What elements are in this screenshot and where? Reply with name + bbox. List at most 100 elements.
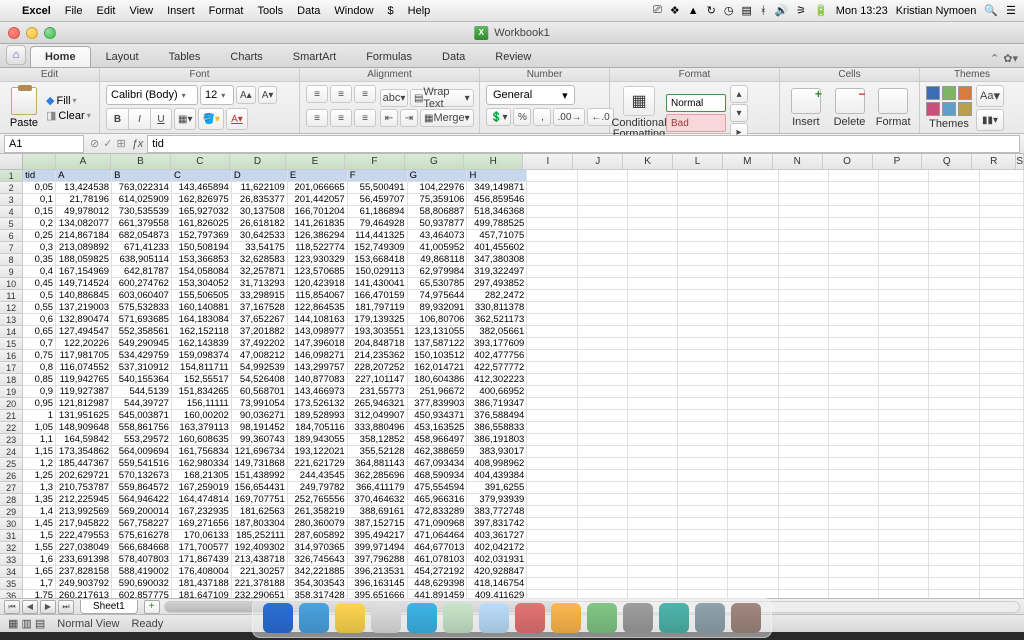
- cell[interactable]: [779, 278, 829, 290]
- cell[interactable]: [578, 554, 628, 566]
- formulas-popup-icon[interactable]: ⊞: [116, 137, 125, 150]
- cell[interactable]: [578, 458, 628, 470]
- fill-icon[interactable]: ◆: [46, 94, 54, 107]
- cell[interactable]: [678, 350, 728, 362]
- cell[interactable]: [678, 398, 728, 410]
- cell[interactable]: [678, 374, 728, 386]
- select-all-corner[interactable]: [0, 154, 23, 170]
- cell[interactable]: 162,980334: [172, 458, 232, 470]
- dock-app-icon[interactable]: [299, 603, 329, 633]
- cell[interactable]: 49,868118: [408, 254, 468, 266]
- cell[interactable]: [527, 470, 577, 482]
- col-header-M[interactable]: M: [723, 154, 773, 170]
- cell[interactable]: [879, 506, 929, 518]
- cell[interactable]: [980, 518, 1024, 530]
- cell[interactable]: [678, 290, 728, 302]
- cell[interactable]: [980, 578, 1024, 590]
- cell[interactable]: 217,945822: [56, 518, 112, 530]
- cell[interactable]: [929, 494, 979, 506]
- cell[interactable]: 0,3: [23, 242, 56, 254]
- cell[interactable]: [829, 386, 879, 398]
- cell[interactable]: 210,753787: [56, 482, 112, 494]
- cell[interactable]: [980, 242, 1024, 254]
- cell[interactable]: 49,978012: [56, 206, 112, 218]
- cell[interactable]: 151,834265: [172, 386, 232, 398]
- tab-home[interactable]: Home: [30, 46, 91, 67]
- cell[interactable]: [829, 314, 879, 326]
- border-button[interactable]: ▦▾: [174, 108, 196, 130]
- cell[interactable]: [779, 542, 829, 554]
- cell[interactable]: [578, 398, 628, 410]
- cell[interactable]: [929, 542, 979, 554]
- cell[interactable]: 249,79782: [288, 482, 348, 494]
- cell[interactable]: [678, 578, 728, 590]
- cell[interactable]: [779, 242, 829, 254]
- cell[interactable]: [879, 326, 929, 338]
- cell[interactable]: 354,303543: [288, 578, 348, 590]
- cell[interactable]: [929, 506, 979, 518]
- cell[interactable]: [829, 218, 879, 230]
- cell[interactable]: 362,521173: [467, 314, 527, 326]
- fill-label[interactable]: Fill: [56, 95, 70, 107]
- cell[interactable]: 1: [23, 410, 56, 422]
- col-header-O[interactable]: O: [823, 154, 873, 170]
- cell[interactable]: [527, 434, 577, 446]
- cell[interactable]: [578, 566, 628, 578]
- cell[interactable]: 179,139325: [348, 314, 408, 326]
- cell[interactable]: 154,058084: [172, 266, 232, 278]
- dock-app-icon[interactable]: [263, 603, 293, 633]
- cell[interactable]: [829, 578, 879, 590]
- cell[interactable]: 137,219003: [56, 302, 112, 314]
- cell[interactable]: [980, 434, 1024, 446]
- col-header-G[interactable]: G: [405, 154, 464, 170]
- cell[interactable]: [628, 266, 678, 278]
- cell[interactable]: [879, 266, 929, 278]
- cell[interactable]: [829, 506, 879, 518]
- cell[interactable]: [980, 194, 1024, 206]
- cell[interactable]: [779, 434, 829, 446]
- cell[interactable]: 395,651666: [348, 590, 408, 598]
- cell[interactable]: [829, 242, 879, 254]
- cell[interactable]: [879, 590, 929, 598]
- cell[interactable]: [779, 446, 829, 458]
- cell[interactable]: 364,881143: [348, 458, 408, 470]
- col-header-P[interactable]: P: [873, 154, 923, 170]
- cell[interactable]: [779, 314, 829, 326]
- cell[interactable]: [578, 302, 628, 314]
- user-name[interactable]: Kristian Nymoen: [896, 5, 977, 17]
- cell[interactable]: [728, 170, 778, 182]
- cell[interactable]: 187,803304: [232, 518, 288, 530]
- cell[interactable]: [879, 386, 929, 398]
- cell[interactable]: [728, 590, 778, 598]
- cell[interactable]: [628, 482, 678, 494]
- cell[interactable]: 60,568701: [232, 386, 288, 398]
- col-header-D[interactable]: D: [230, 154, 286, 170]
- cell[interactable]: 143,465894: [172, 182, 232, 194]
- row-header[interactable]: 4: [0, 206, 23, 218]
- cell[interactable]: 213,438718: [232, 554, 288, 566]
- cell[interactable]: 471,064464: [408, 530, 468, 542]
- cell[interactable]: [678, 566, 728, 578]
- cell[interactable]: 386,719347: [467, 398, 527, 410]
- cell[interactable]: 312,049907: [348, 410, 408, 422]
- cell[interactable]: 453,163525: [408, 422, 468, 434]
- cell[interactable]: 192,409302: [232, 542, 288, 554]
- cell[interactable]: [728, 482, 778, 494]
- cell[interactable]: [628, 374, 678, 386]
- timemachine-icon[interactable]: ◷: [724, 4, 734, 17]
- menu-dollar[interactable]: $: [388, 5, 394, 17]
- percent-button[interactable]: %: [513, 108, 531, 126]
- cell[interactable]: 227,101147: [348, 374, 408, 386]
- row-header[interactable]: 23: [0, 434, 23, 446]
- cell[interactable]: 159,098374: [172, 350, 232, 362]
- cell[interactable]: 79,464928: [348, 218, 408, 230]
- cell[interactable]: [779, 386, 829, 398]
- cell[interactable]: [980, 506, 1024, 518]
- cell[interactable]: [929, 458, 979, 470]
- cell[interactable]: 221,378188: [232, 578, 288, 590]
- cell[interactable]: 571,693685: [112, 314, 172, 326]
- cell[interactable]: [829, 266, 879, 278]
- cell[interactable]: 140,877083: [288, 374, 348, 386]
- cell[interactable]: 393,177609: [467, 338, 527, 350]
- cell[interactable]: 456,859546: [467, 194, 527, 206]
